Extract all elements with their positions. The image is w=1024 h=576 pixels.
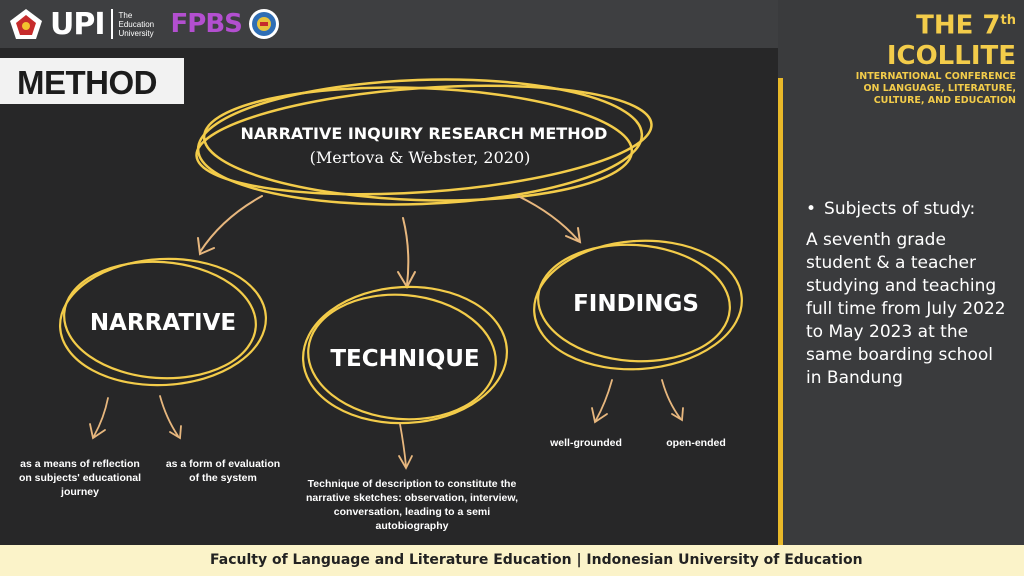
conference-subtitle-1: INTERNATIONAL CONFERENCE (855, 70, 1016, 82)
narrative-child-2-line-2: of the system (189, 472, 257, 484)
narrative-child-1-line-2: on subjects' educational (19, 472, 141, 484)
method-diagram: NARRATIVE INQUIRY RESEARCH METHOD (Merto… (19, 78, 743, 532)
child-texts: as a means of reflection on subjects' ed… (19, 437, 726, 532)
bullet-dot-icon: • (806, 199, 817, 219)
arrowhead-technique (397, 271, 416, 290)
gold-divider (778, 78, 783, 545)
findings-child-2: open-ended (666, 437, 726, 449)
arrow-findings-child-2 (661, 379, 681, 419)
technique-child-line-1: Technique of description to constitute t… (308, 478, 517, 490)
arrow-to-narrative (199, 195, 263, 253)
arrow-to-technique (402, 217, 410, 286)
technique-child-line-2: narrative sketches: observation, intervi… (306, 492, 518, 504)
findings-child-1: well-grounded (549, 437, 622, 449)
subjects-description: A seventh grade student & a teacher stud… (806, 230, 1006, 388)
main-node-title: NARRATIVE INQUIRY RESEARCH METHOD (241, 124, 608, 143)
technique-child-line-4: autobiography (376, 520, 449, 532)
findings-node-label: FINDINGS (573, 291, 699, 317)
narrative-child-1-line-3: journey (60, 486, 99, 498)
main-node-citation: (Mertova & Webster, 2020) (310, 148, 531, 167)
conference-title-main: THE 7th ICOLLITE (886, 10, 1016, 71)
technique-child-line-3: conversation, leading to a semi (334, 506, 490, 518)
conference-subtitle-2: ON LANGUAGE, LITERATURE, (863, 82, 1016, 94)
narrative-node-label: NARRATIVE (90, 310, 236, 336)
narrative-child-2-line-1: as a form of evaluation (166, 458, 280, 470)
conference-title: THE 7th ICOLLITE INTERNATIONAL CONFERENC… (778, 6, 1016, 107)
arrow-narrative-child-2 (159, 395, 179, 437)
narrative-child-1-line-1: as a means of reflection (20, 458, 140, 470)
arrow-findings-child-1 (595, 379, 613, 421)
footer-text: Faculty of Language and Literature Educa… (210, 552, 863, 568)
child-arrows (89, 379, 684, 470)
branch-arrows (197, 195, 582, 290)
bullet-item: • Subjects of study: (806, 198, 1006, 221)
technique-node-label: TECHNIQUE (330, 346, 479, 372)
arrow-narrative-child-1 (93, 397, 109, 437)
bullet-heading: Subjects of study: (824, 199, 976, 219)
arrow-to-findings (517, 195, 579, 241)
footer-bar: Faculty of Language and Literature Educa… (0, 545, 1024, 576)
conference-subtitle-3: CULTURE, AND EDUCATION (873, 94, 1016, 106)
arrowhead-narrative (197, 237, 215, 256)
subjects-panel: • Subjects of study: A seventh grade stu… (806, 198, 1006, 390)
